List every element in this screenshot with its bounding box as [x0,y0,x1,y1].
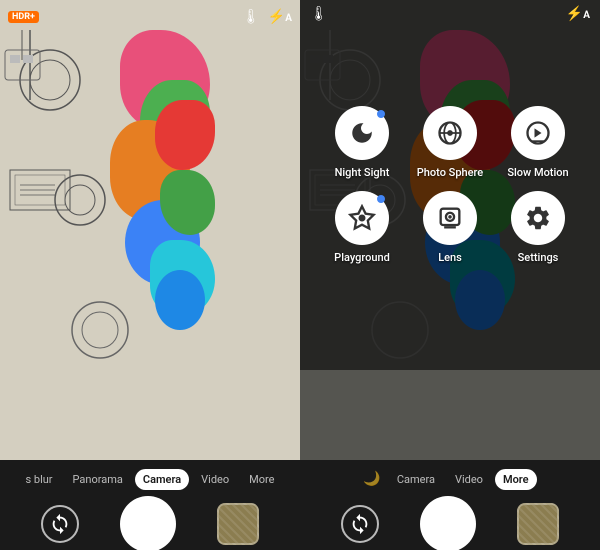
flash-icon-left: ⚡A [268,9,292,25]
rotate-camera-button-right[interactable] [341,505,379,543]
mode-menu-overlay: Night Sight Photo Sphere [300,0,600,370]
right-camera-controls [300,498,600,550]
flash-label-left: A [285,13,292,24]
tab-panorama[interactable]: Panorama [65,469,131,490]
rotate-icon-right [349,513,371,535]
flash-icon-right: ⚡A [566,6,590,22]
left-camera-panel: HDR+ 🌡 ⚡A s blur Panorama Camera Video M… [0,0,300,550]
left-camera-controls [0,498,300,550]
brain-artwork-left [0,0,300,460]
shutter-button[interactable] [120,496,176,550]
moon-half-icon: 🌙 [363,471,380,487]
left-bottom-nav: s blur Panorama Camera Video More [0,460,300,550]
settings-label: Settings [518,251,559,264]
right-mode-tabs: 🌙 Camera Video More [300,460,600,498]
night-sight-icon-circle [335,106,389,160]
color-blue2-left [155,270,205,330]
left-viewfinder [0,0,300,460]
settings-icon-circle [511,191,565,245]
night-sight-label: Night Sight [335,166,390,179]
right-camera-panel: Night Sight Photo Sphere [300,0,600,550]
moon-icon [349,120,375,146]
right-viewfinder: Night Sight Photo Sphere [300,0,600,460]
left-status-bar: HDR+ 🌡 ⚡A [0,2,300,32]
mode-item-settings[interactable]: Settings [498,191,578,264]
mode-grid: Night Sight Photo Sphere [312,96,588,274]
flash-label-right: A [583,10,590,21]
playground-dot [377,195,385,203]
photo-sphere-icon-circle [423,106,477,160]
mode-item-playground[interactable]: Playground [322,191,402,264]
settings-gear-icon [524,204,552,232]
rotate-icon [49,513,71,535]
tab-video-left[interactable]: Video [193,469,237,490]
right-bottom-nav: 🌙 Camera Video More [300,460,600,550]
hdr-badge-container: HDR+ [8,11,39,23]
playground-label: Playground [334,251,390,264]
tab-more-right[interactable]: More [495,469,537,490]
shutter-button-right[interactable] [420,496,476,550]
right-icons: 🌡 ⚡A [242,9,292,25]
thermometer-icon-left: 🌡 [242,9,260,25]
mode-item-lens[interactable]: Lens [410,191,490,264]
gallery-button[interactable] [217,503,259,545]
gallery-button-right[interactable] [517,503,559,545]
rotate-camera-button[interactable] [41,505,79,543]
left-mode-tabs: s blur Panorama Camera Video More [0,460,300,498]
slow-motion-icon-circle [511,106,565,160]
photo-sphere-label: Photo Sphere [417,166,483,179]
playground-icon-circle [335,191,389,245]
slow-motion-icon [524,119,552,147]
lens-icon-circle [423,191,477,245]
slow-motion-label: Slow Motion [507,166,568,179]
tab-s-blur[interactable]: s blur [17,469,60,490]
right-top-bar: 🌡 ⚡A [300,6,600,22]
mode-item-night-sight[interactable]: Night Sight [322,106,402,179]
night-sight-dot [377,110,385,118]
lens-icon [436,204,464,232]
tab-camera-left[interactable]: Camera [135,469,189,490]
tab-camera-right[interactable]: Camera [389,469,443,490]
mode-item-slow-motion[interactable]: Slow Motion [498,106,578,179]
tab-more-left[interactable]: More [241,469,282,490]
playground-icon [348,204,376,232]
lens-label: Lens [438,251,462,264]
photosphere-icon [436,119,464,147]
tab-video-right[interactable]: Video [447,469,491,490]
mode-item-photo-sphere[interactable]: Photo Sphere [410,106,490,179]
hdr-badge: HDR+ [8,11,39,23]
thermometer-icon-right: 🌡 [310,6,328,22]
